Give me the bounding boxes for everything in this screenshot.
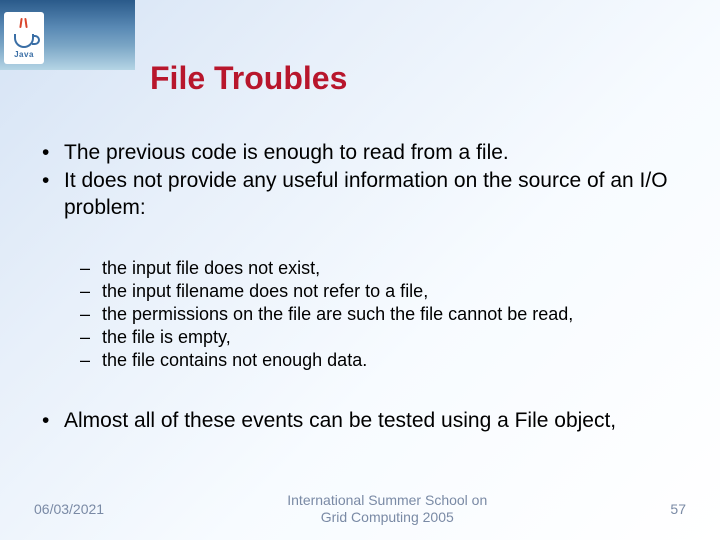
cup-icon (14, 34, 34, 48)
steam-icon (17, 18, 31, 28)
footer-date: 06/03/2021 (34, 501, 104, 517)
footer-center-line2: Grid Computing 2005 (104, 509, 670, 526)
bullet-item: The previous code is enough to read from… (34, 140, 686, 166)
footer-center-line1: International Summer School on (104, 492, 670, 509)
bullet-list: The previous code is enough to read from… (34, 140, 686, 221)
sub-bullet-item: the file contains not enough data. (76, 349, 686, 372)
bullet-item: Almost all of these events can be tested… (34, 408, 686, 434)
java-logo: Java (4, 12, 44, 64)
slide-title: File Troubles (150, 60, 347, 97)
sub-bullet-item: the file is empty, (76, 326, 686, 349)
bullet-list-2: Almost all of these events can be tested… (34, 408, 686, 434)
footer: 06/03/2021 International Summer School o… (0, 492, 720, 526)
sub-bullet-item: the input filename does not refer to a f… (76, 280, 686, 303)
java-logo-text: Java (14, 50, 34, 59)
sub-bullet-item: the input file does not exist, (76, 257, 686, 280)
footer-page-number: 57 (670, 501, 686, 517)
footer-center: International Summer School on Grid Comp… (104, 492, 670, 526)
sub-bullet-item: the permissions on the file are such the… (76, 303, 686, 326)
slide-content: The previous code is enough to read from… (34, 140, 686, 436)
header-image: Java (0, 0, 135, 70)
sub-bullet-list: the input file does not exist, the input… (76, 257, 686, 372)
bullet-item: It does not provide any useful informati… (34, 168, 686, 221)
